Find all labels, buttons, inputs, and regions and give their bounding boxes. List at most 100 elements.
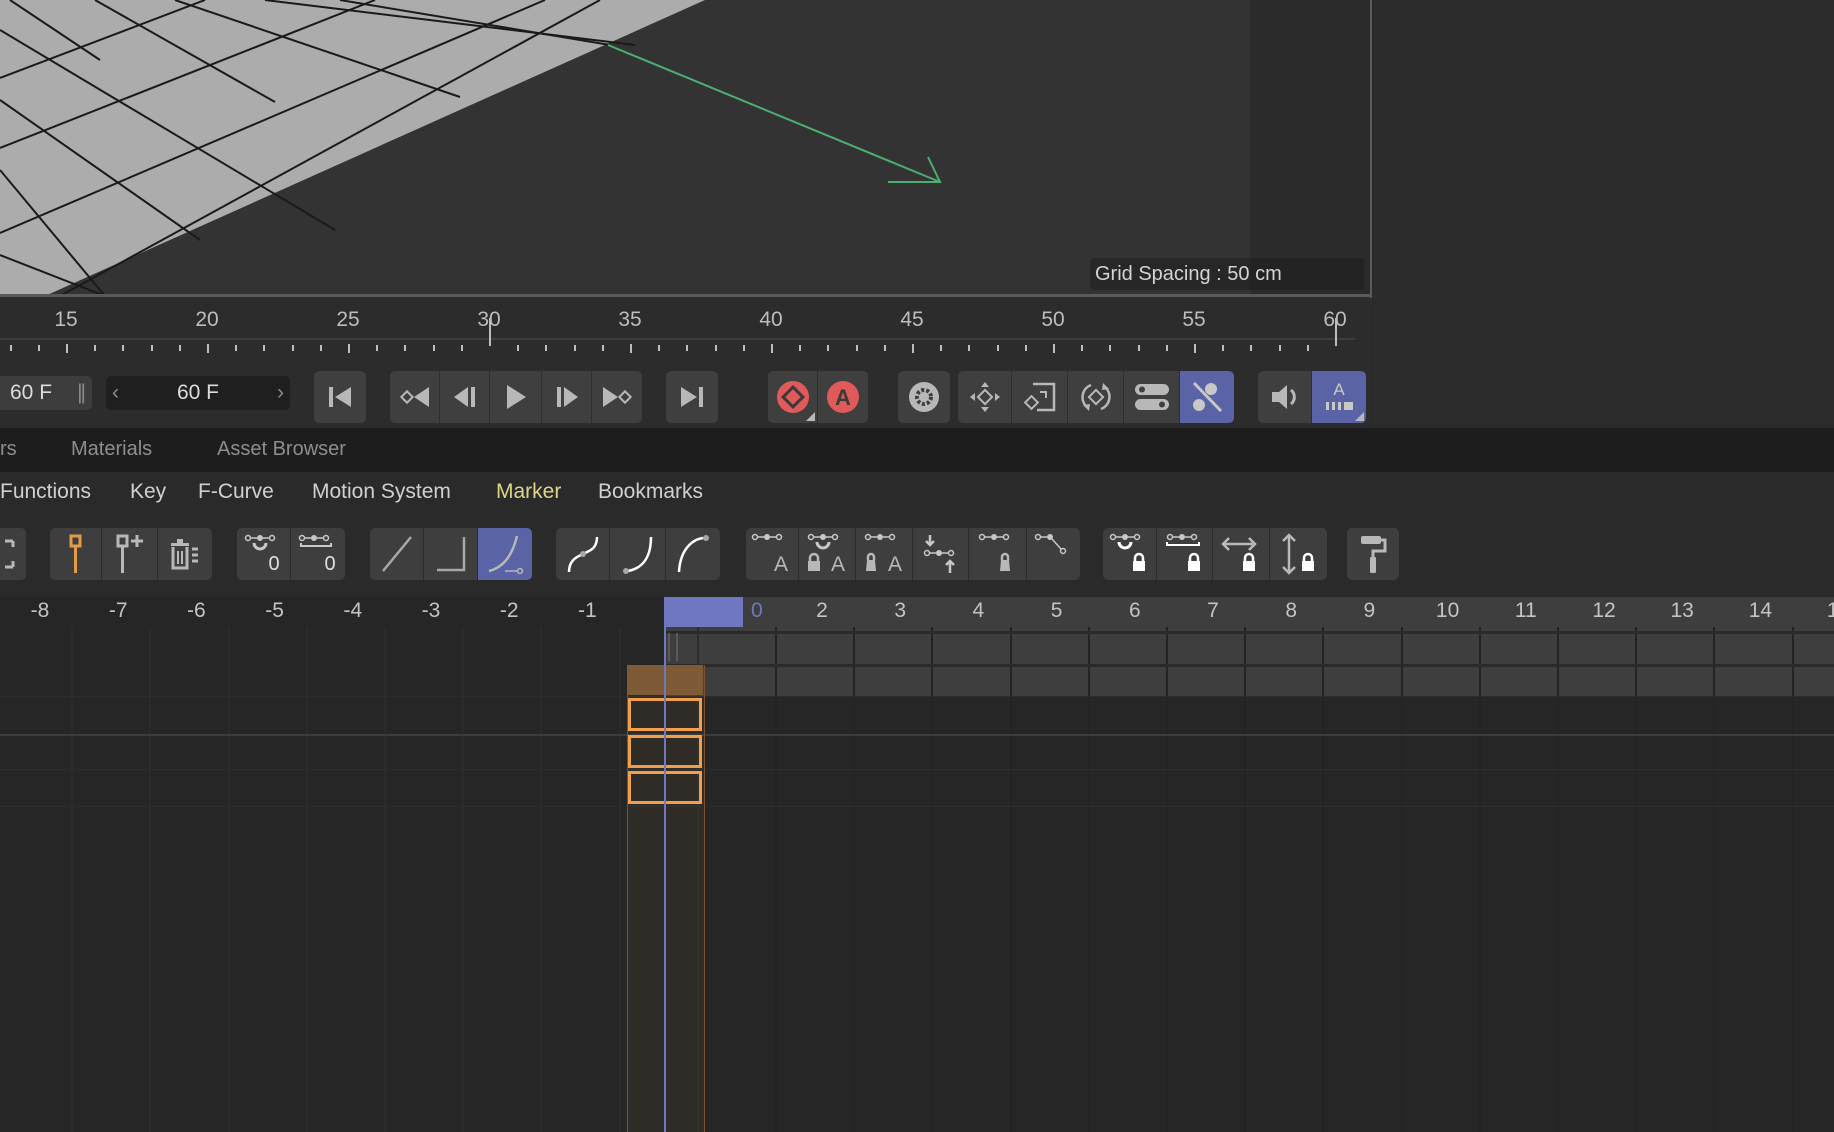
previous-frame-icon [453, 387, 475, 407]
frame-grid-line [1009, 627, 1012, 1132]
lock-length-icon [1165, 533, 1200, 571]
frame-grid-line [1791, 627, 1794, 1132]
clamp-tangent-button[interactable] [1027, 528, 1080, 580]
record-parameters-button[interactable] [1124, 371, 1180, 423]
record-point-level-button[interactable] [1180, 371, 1234, 423]
auto-tangents-button[interactable]: A [746, 528, 799, 580]
frame-grid-line [149, 627, 152, 1132]
ruler-tick [601, 345, 604, 351]
ruler-tick [319, 345, 322, 351]
auto-tangents-lock-length-button[interactable]: A [856, 528, 913, 580]
track-separator [0, 734, 1834, 736]
tab-materials[interactable]: Materials [71, 438, 152, 461]
frame-all-icon [5, 539, 15, 569]
break-tangents-button[interactable] [913, 528, 969, 580]
tab-asset-browser[interactable]: Asset Browser [217, 438, 346, 461]
ruler-label: 55 [1182, 308, 1206, 331]
sound-button[interactable] [1258, 371, 1312, 423]
ruler-tick [827, 345, 830, 351]
step-interpolation-button[interactable] [424, 528, 478, 580]
linear-interpolation-button[interactable] [370, 528, 424, 580]
ruler-label: 40 [759, 308, 783, 331]
dope-sheet[interactable]: -8 -7 -6 -5 -4 -3 -2 -1 2 3 4 5 6 7 8 9 10 11 12 13 14 15 0 [0, 597, 1834, 1132]
svg-text:A: A [1333, 380, 1345, 399]
ease-in-button[interactable] [610, 528, 666, 580]
key-settings-button[interactable] [898, 371, 950, 423]
frame-label: -6 [187, 599, 206, 622]
ruler-label: 15 [54, 308, 78, 331]
delete-markers-button[interactable] [158, 528, 212, 580]
menu-motion-system[interactable]: Motion System [312, 480, 451, 504]
record-rotation-button[interactable] [1068, 371, 1124, 423]
frame-label: 8 [1285, 599, 1298, 622]
menu-marker[interactable]: Marker [496, 480, 561, 504]
interpolation-mode-button[interactable]: A [1312, 371, 1366, 423]
ruler-tick [630, 344, 632, 353]
ruler-tick [714, 345, 717, 351]
lock-tangent-angle-button[interactable] [1103, 528, 1157, 580]
lock-tangents-button[interactable] [969, 528, 1027, 580]
zero-angle-button[interactable]: 0 [237, 528, 291, 580]
menu-f-curve[interactable]: F-Curve [198, 480, 274, 504]
play-icon [506, 385, 526, 409]
playhead-handle[interactable] [665, 597, 743, 627]
spline-interpolation-button[interactable] [478, 528, 532, 580]
previous-frame-button[interactable] [440, 371, 490, 423]
max-frame-field[interactable]: ‹ 60 F › [106, 376, 290, 410]
frame-grid-line [1635, 627, 1638, 1132]
range-start-handle[interactable] [668, 633, 678, 661]
viewport-border [1370, 0, 1372, 298]
3d-viewport[interactable]: Grid Spacing : 50 cm [0, 0, 1372, 296]
ease-in-out-icon [567, 536, 598, 573]
add-marker-button[interactable] [50, 528, 102, 580]
ruler-tick [1278, 345, 1281, 351]
gear-icon [909, 382, 939, 412]
frame-label: 12 [1592, 599, 1616, 622]
autokey-button[interactable]: A [818, 371, 868, 423]
record-scale-button[interactable] [1012, 371, 1068, 423]
ruler-tick [1024, 345, 1027, 351]
scale-icon [1023, 382, 1055, 412]
go-to-end-button[interactable] [666, 371, 718, 423]
ease-out-button[interactable] [666, 528, 720, 580]
menu-bookmarks[interactable]: Bookmarks [598, 480, 703, 504]
frame-grid-line [383, 627, 386, 1132]
paint-roller-button[interactable] [1347, 528, 1399, 580]
lock-value-button[interactable] [1270, 528, 1327, 580]
dropdown-corner-icon [1355, 412, 1364, 421]
ruler-tick [94, 345, 97, 351]
min-frame-field[interactable]: 60 F || [0, 376, 92, 410]
lock-time-button[interactable] [1213, 528, 1270, 580]
menu-functions[interactable]: Functions [0, 480, 91, 504]
field-drag-handle-icon[interactable]: || [77, 376, 86, 410]
next-frame-button[interactable] [542, 371, 592, 423]
playhead-line[interactable] [664, 597, 666, 1132]
zero-length-button[interactable]: 0 [291, 528, 345, 580]
menu-key[interactable]: Key [130, 480, 166, 504]
ruler-tick [66, 344, 68, 353]
record-key-button[interactable] [768, 371, 818, 423]
record-position-button[interactable] [958, 371, 1012, 423]
auto-tangents-lock-angle-button[interactable]: A [799, 528, 856, 580]
previous-key-button[interactable] [390, 371, 440, 423]
lock-tangent-length-button[interactable] [1157, 528, 1213, 580]
row-divider [0, 806, 1834, 807]
frame-label: 14 [1748, 599, 1773, 622]
powerslider-ruler[interactable]: 15202530354045505560 60 F || ‹ 60 F › A [0, 298, 1372, 426]
add-marker-plus-button[interactable] [102, 528, 158, 580]
ruler-tick [376, 345, 379, 351]
ease-in-out-button[interactable] [556, 528, 610, 580]
tab-attributes[interactable]: rs [0, 438, 17, 461]
go-to-start-icon [329, 387, 351, 407]
go-to-start-button[interactable] [314, 371, 366, 423]
frame-all-button[interactable] [0, 528, 26, 580]
ruler-tick [207, 344, 209, 353]
svg-text:A: A [835, 385, 851, 410]
increment-arrow-icon[interactable]: › [277, 376, 284, 410]
frame-label: 5 [1050, 599, 1063, 622]
min-frame-value: 60 F [10, 381, 53, 404]
interpolation-icon: A [1326, 380, 1353, 410]
play-button[interactable] [490, 371, 542, 423]
next-key-button[interactable] [592, 371, 642, 423]
ruler-tick [742, 345, 745, 351]
